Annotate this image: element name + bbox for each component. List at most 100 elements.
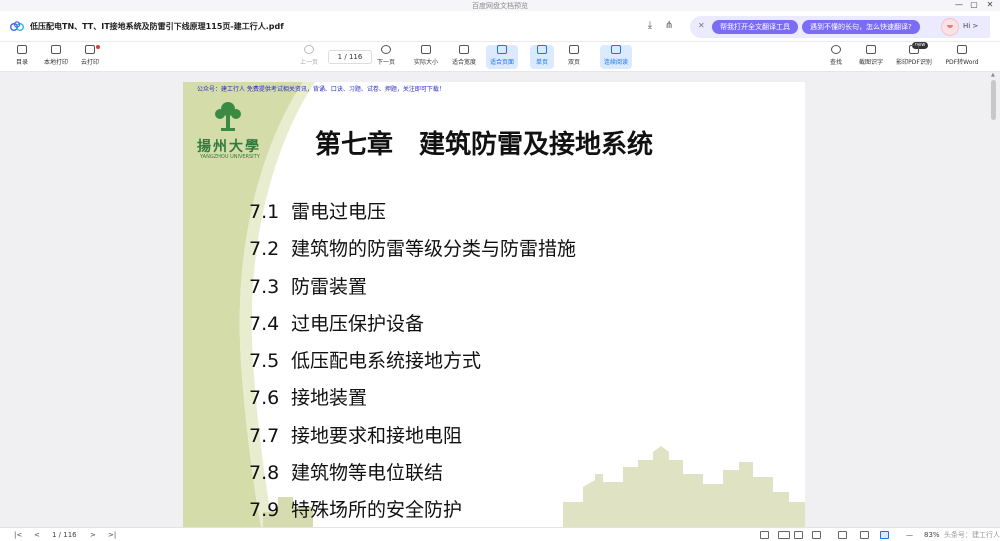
toc-title: 雷电过电压 [291, 201, 387, 223]
pdf-scan-button[interactable]: 影印PDF识别 [894, 45, 934, 69]
toc-title: 过电压保护设备 [291, 312, 425, 335]
continuous-read-button[interactable]: 连续阅读 [600, 45, 632, 69]
university-name-en: YANGZHOU UNIVERSITY [200, 154, 260, 160]
actual-size-button[interactable]: 实际大小 [410, 45, 442, 69]
arrow-down-icon [381, 45, 391, 54]
toc-number: 7.9 [249, 499, 280, 522]
continuous-view-icon[interactable] [812, 531, 821, 539]
arrow-up-icon [304, 45, 314, 54]
toc-title: 特殊场所的安全防护 [291, 499, 463, 522]
watermark-text: 头条号：建工行人 [944, 531, 1000, 539]
table-of-contents: 7.1 雷电过电压 7.2 建筑物的防雷等级分类与防雷措施 7.3 防雷装置 7.4 过… [249, 197, 576, 527]
minimize-icon[interactable]: — [952, 0, 966, 10]
zoom-out-icon[interactable]: — [906, 530, 913, 540]
ai-assistant-bar: ✕ 帮我打开全文翻译工具 遇到不懂的长句，怎么快速翻译? Hi > [690, 16, 990, 38]
page-total: / 116 [344, 53, 363, 61]
fit-page-label: 适合页面 [489, 59, 514, 66]
toc-number: 7.1 [249, 201, 280, 223]
next-page-icon[interactable]: > [90, 530, 96, 540]
outline-label: 目录 [15, 59, 28, 66]
fit-width-view-icon[interactable] [860, 531, 869, 539]
maximize-icon[interactable]: ▢ [967, 0, 981, 10]
cloud-printer-icon [85, 45, 95, 54]
search-label: 查找 [829, 59, 842, 66]
search-button[interactable]: 查找 [824, 45, 848, 69]
toc-number: 7.8 [249, 462, 280, 485]
pdf-to-word-icon [957, 45, 967, 54]
double-page-button[interactable]: 双页 [562, 45, 586, 69]
search-icon [831, 45, 841, 54]
university-name-cn: 揚州大學 [197, 139, 261, 155]
share-icon[interactable]: ⋔ [662, 19, 676, 33]
fit-width-button[interactable]: 适合宽度 [448, 45, 480, 69]
pdf-scan-label: 影印PDF识别 [896, 59, 932, 66]
screenshot-ocr-button[interactable]: 截图识字 [856, 45, 886, 69]
toc-item: 7.3 防雷装置 [249, 272, 576, 309]
actual-size-view-icon[interactable] [838, 531, 847, 539]
page-number-input[interactable]: 1 / 116 [328, 50, 372, 64]
single-page-label: 单页 [535, 59, 548, 66]
toc-item: 7.2 建筑物的防雷等级分类与防雷措施 [249, 234, 576, 271]
translate-tool-button[interactable]: 帮我打开全文翻译工具 [712, 20, 798, 34]
double-page-icon [569, 45, 579, 54]
double-page-label: 双页 [567, 59, 580, 66]
toc-title: 建筑物等电位联结 [291, 462, 444, 485]
first-page-icon[interactable]: |< [14, 530, 22, 540]
toc-item: 7.7 接地要求和接地电阻 [249, 421, 576, 458]
status-page-indicator: 1 / 116 [52, 531, 77, 539]
toc-number: 7.7 [249, 424, 280, 447]
toc-number: 7.2 [249, 238, 280, 261]
fit-page-button[interactable]: 适合页面 [486, 45, 518, 69]
last-page-icon[interactable]: >| [108, 530, 116, 540]
local-print-label: 本地打印 [43, 59, 68, 66]
zoom-level: 83% [924, 531, 940, 539]
assistant-close-icon[interactable]: ✕ [698, 21, 705, 30]
close-icon[interactable]: ✕ [983, 0, 997, 10]
assistant-avatar[interactable] [941, 18, 959, 36]
baidu-cloud-icon [10, 21, 24, 31]
fit-width-icon [459, 45, 469, 54]
page-current: 1 [337, 53, 343, 61]
fit-page-view-icon[interactable] [880, 531, 889, 539]
next-page-label: 下一页 [376, 59, 395, 66]
vertical-scrollbar[interactable]: ▲ [988, 72, 1000, 527]
scrollbar-thumb[interactable] [991, 80, 996, 120]
single-page-view-icon[interactable] [760, 531, 769, 539]
document-viewer[interactable]: 公众号：建工行人 免费提供考试相关资讯，背诵、口诀、习题、试卷、押题，关注即可下… [0, 72, 1000, 527]
prev-page-icon[interactable]: < [34, 530, 40, 540]
pdf-to-word-button[interactable]: PDF转Word [942, 45, 982, 69]
toc-number: 7.4 [249, 312, 280, 335]
prev-page-button[interactable]: 上一页 [296, 45, 322, 69]
document-title: 低压配电TN、TT、IT接地系统及防雷引下线原理115页-建工行人.pdf [30, 22, 284, 31]
toc-item: 7.5 低压配电系统接地方式 [249, 346, 576, 383]
toc-item: 7.6 接地装置 [249, 383, 576, 420]
prev-page-label: 上一页 [299, 59, 318, 66]
pdf-scan-icon [909, 45, 919, 54]
toc-number: 7.5 [249, 350, 280, 373]
download-icon[interactable]: ⤓ [643, 19, 657, 33]
toc-number: 7.3 [249, 275, 280, 298]
assistant-greeting[interactable]: Hi > [963, 22, 978, 30]
next-page-button[interactable]: 下一页 [373, 45, 399, 69]
scroll-up-icon[interactable]: ▲ [991, 72, 995, 78]
viewer-toolbar: 目录 本地打印 云打印 上一页 1 / 116 下一页 实际大小 适合宽度 适合… [0, 42, 1000, 72]
single-page-button[interactable]: 单页 [530, 45, 554, 69]
toc-title: 建筑物的防雷等级分类与防雷措施 [291, 238, 577, 261]
toc-item: 7.4 过电压保护设备 [249, 309, 576, 346]
book-view-icon[interactable] [794, 531, 803, 539]
status-bar: |< < 1 / 116 > >| — 83% 头条号：建工行人 [0, 527, 1000, 541]
translate-sentence-button[interactable]: 遇到不懂的长句，怎么快速翻译? [802, 20, 920, 34]
local-print-button[interactable]: 本地打印 [40, 45, 72, 69]
toc-title: 接地要求和接地电阻 [291, 424, 463, 447]
toc-item: 7.9 特殊场所的安全防护 [249, 495, 576, 527]
cloud-print-label: 云打印 [80, 59, 99, 66]
double-page-view-icon[interactable] [778, 531, 790, 539]
toc-title: 接地装置 [291, 387, 368, 410]
actual-size-label: 实际大小 [413, 59, 438, 66]
outline-button[interactable]: 目录 [10, 45, 34, 69]
university-logo-icon [215, 102, 241, 131]
toc-item: 7.8 建筑物等电位联结 [249, 458, 576, 495]
printer-icon [51, 45, 61, 54]
toc-title: 低压配电系统接地方式 [291, 350, 482, 373]
outline-icon [17, 45, 27, 54]
